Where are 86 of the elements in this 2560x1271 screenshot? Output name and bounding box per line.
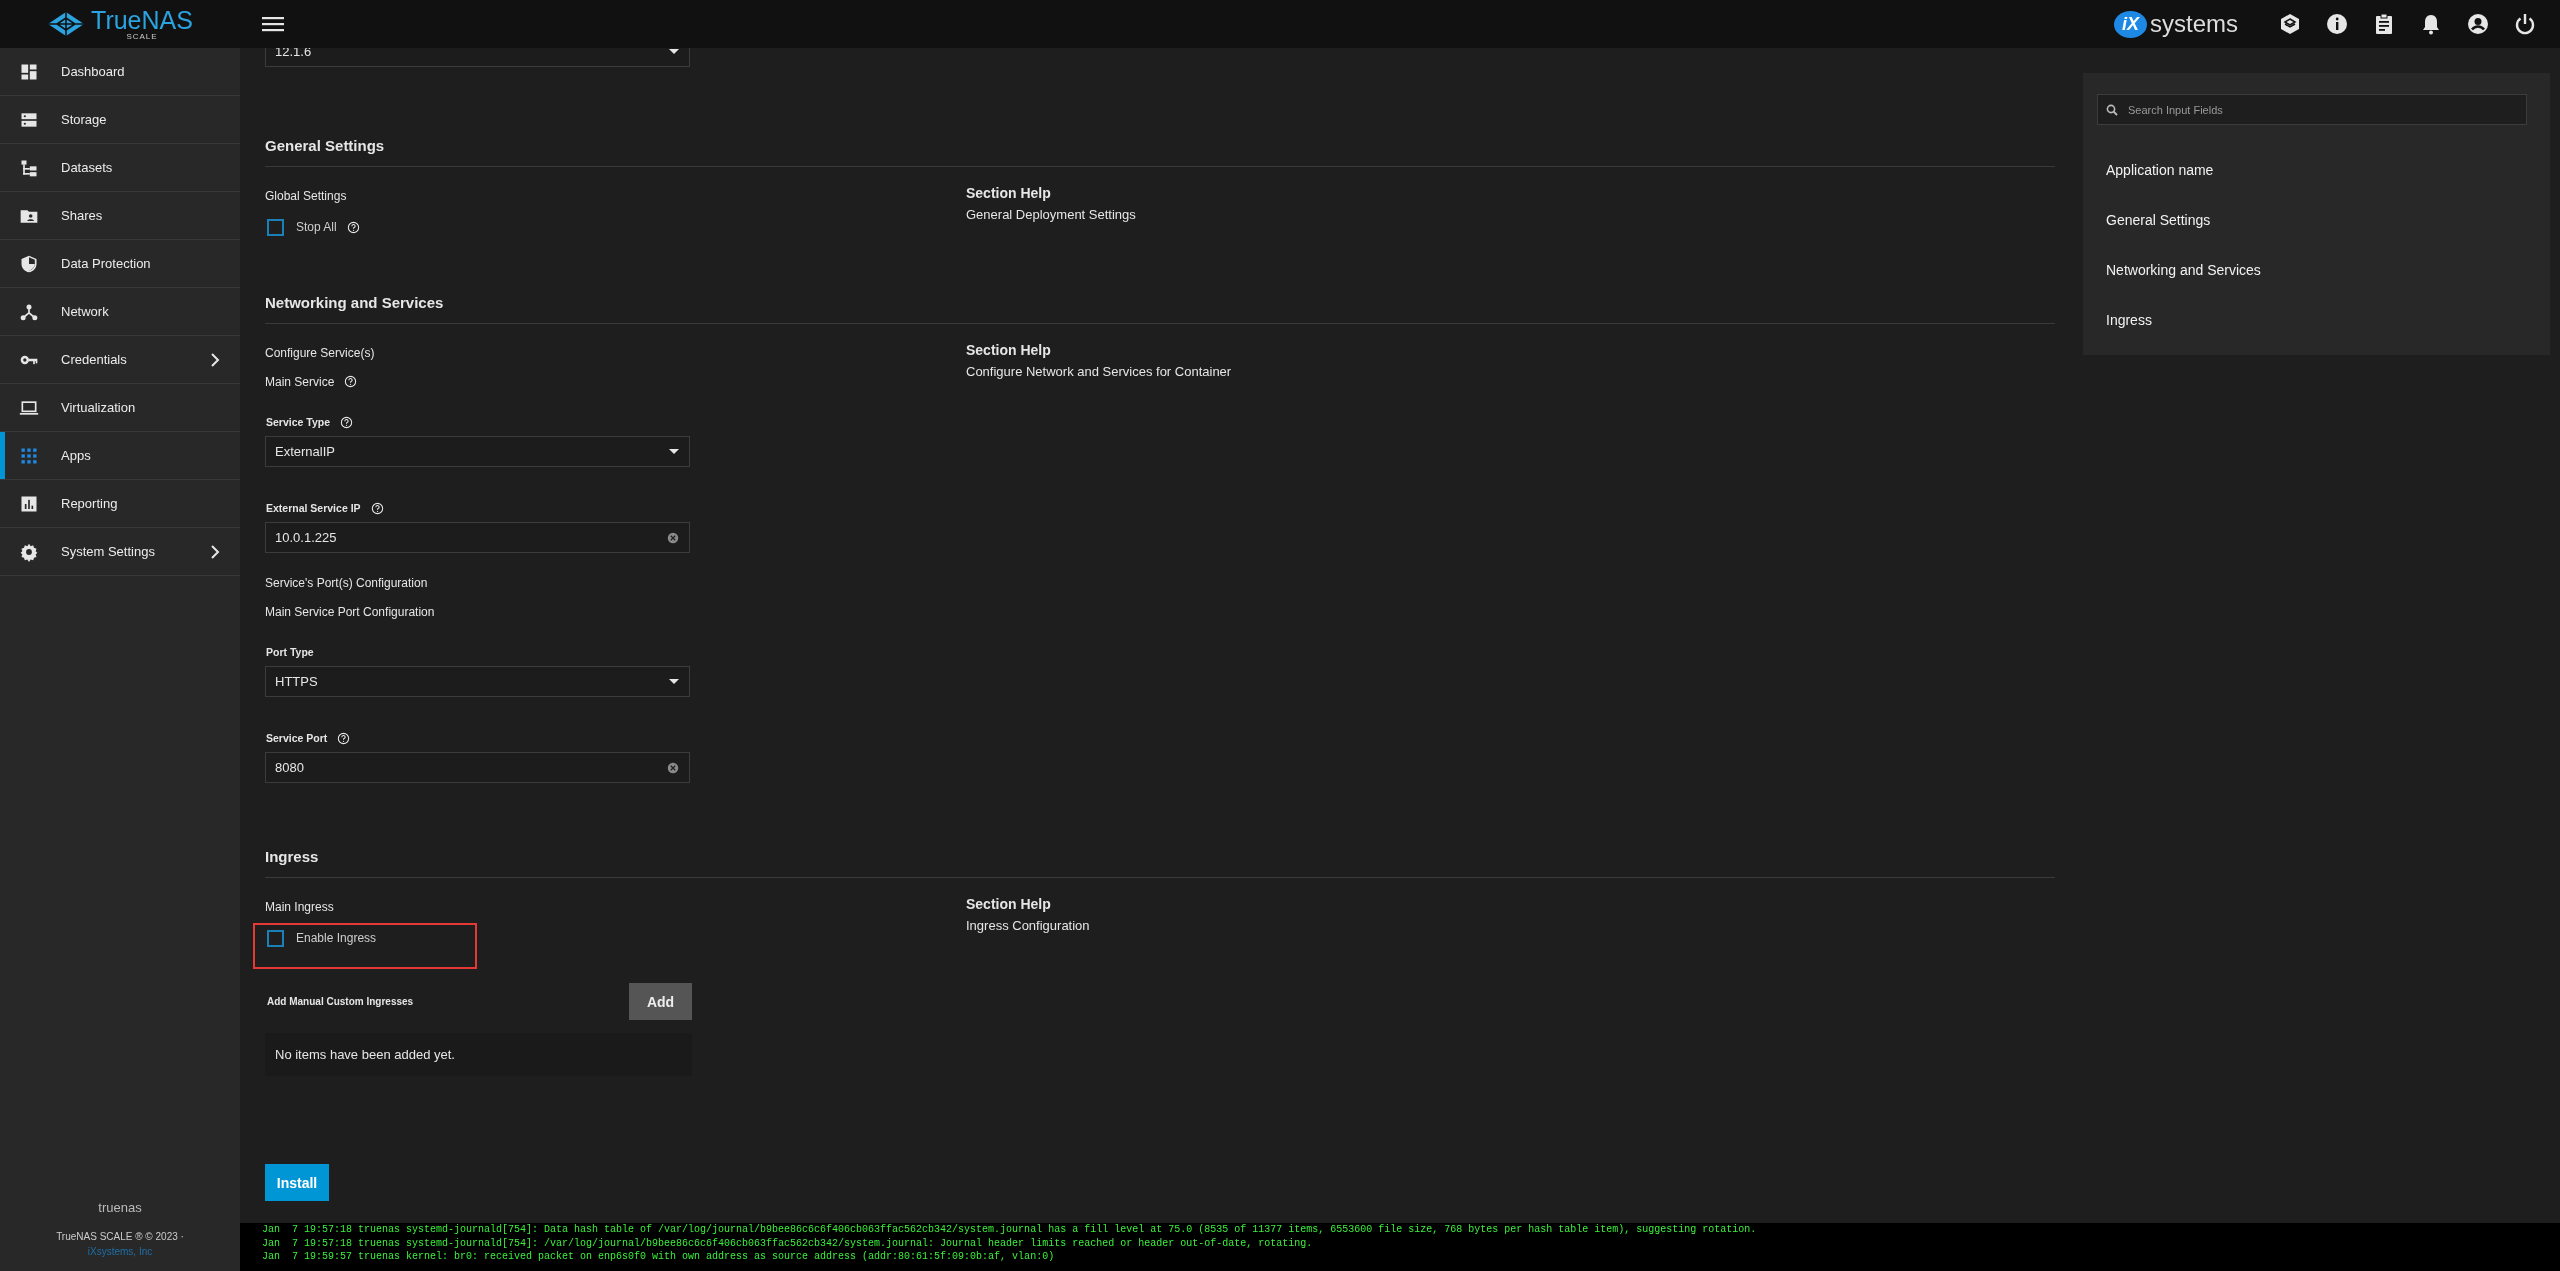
logo-edition: SCALE xyxy=(126,32,158,41)
shield-icon xyxy=(19,253,39,274)
sidebar-label: Datasets xyxy=(61,160,113,175)
checkbox-label[interactable]: Enable Ingress xyxy=(296,931,377,945)
sidebar-item[interactable]: Virtualization xyxy=(0,384,240,432)
panel-link[interactable]: Ingress xyxy=(2106,308,2527,333)
panel-link[interactable]: Application name xyxy=(2106,158,2527,183)
input-field[interactable]: 10.0.1.225 xyxy=(265,522,690,553)
search-icon xyxy=(2106,104,2118,116)
sidebar-item[interactable]: Credentials xyxy=(0,336,240,384)
checkbox[interactable] xyxy=(267,218,284,236)
group-label: Main Service xyxy=(265,374,335,389)
console-line: Jan 7 19:57:18 truenas systemd-journald[754]: /var/log/journal/b9bee86c6c6f406cb063ffac562cb342/system.journal: Journal header limits reached or header out-of-date, rotating. xyxy=(262,1236,1314,1250)
clear-icon[interactable] xyxy=(667,761,679,774)
section-title: Ingress xyxy=(265,848,2055,878)
menu-icon[interactable] xyxy=(262,15,284,33)
sidebar-item[interactable]: Datasets xyxy=(0,144,240,192)
section-help-text: General Deployment Settings xyxy=(966,207,1136,222)
sidebar-item[interactable]: Network xyxy=(0,288,240,336)
sidebar-label: Data Protection xyxy=(61,256,151,271)
field-label: Port Type xyxy=(266,646,314,658)
sidebar-item[interactable]: Shares xyxy=(0,192,240,240)
section-title: Networking and Services xyxy=(265,294,2055,324)
select-field[interactable]: ExternalIP xyxy=(265,436,690,467)
section-help-title: Section Help xyxy=(966,896,1052,912)
sidebar-label: Credentials xyxy=(61,352,127,367)
brand-mark: iX xyxy=(2113,10,2147,38)
group-label: Main Service Port Configuration xyxy=(265,604,435,619)
sidebar-label: Dashboard xyxy=(61,64,125,79)
sidebar-item[interactable]: System Settings xyxy=(0,528,240,576)
cube-icon[interactable] xyxy=(2278,12,2302,36)
sidebar-label: Network xyxy=(61,304,109,319)
sidebar-item[interactable]: Dashboard xyxy=(0,48,240,96)
clear-icon[interactable] xyxy=(667,531,679,544)
console-line: Jan 7 19:57:18 truenas systemd-journald[754]: Data hash table of /var/log/journal/b9bee86c6c6f406cb063ffac562cb342/system.journal has a fill level at 75.0 (8535 of 11377 items, 6553600 file size, 768 bytes per hash table item), suggesting rotation. xyxy=(262,1223,1758,1237)
chevron-icon xyxy=(208,544,222,559)
help-icon[interactable] xyxy=(340,415,353,429)
sidebar-label: Reporting xyxy=(61,496,118,511)
help-icon[interactable] xyxy=(337,731,351,745)
select-field[interactable]: HTTPS xyxy=(265,666,690,697)
section-title: General Settings xyxy=(265,137,2055,167)
panel-link[interactable]: Networking and Services xyxy=(2106,258,2527,283)
section-help-text: Configure Network and Services for Container xyxy=(966,364,1232,379)
field-label: Service Type xyxy=(266,416,330,428)
help-icon[interactable] xyxy=(344,375,358,388)
brand-name: systems xyxy=(2150,10,2238,38)
panel-link[interactable]: General Settings xyxy=(2106,208,2527,233)
sidebar-item[interactable]: Data Protection xyxy=(0,240,240,288)
group-label: Configure Service(s) xyxy=(265,345,375,360)
gear-icon xyxy=(19,541,39,562)
copyright: TrueNAS SCALE ® © 2023 · xyxy=(56,1231,184,1242)
chevron-icon xyxy=(208,352,222,367)
console-line: Jan 7 19:59:57 truenas kernel: br0: received packet on enp6s0f0 with own address as source address (addr:80:61:5f:09:0b:af, vlan:0) xyxy=(262,1250,1056,1264)
field-label: External Service IP xyxy=(266,502,361,514)
logo-name: TrueNAS xyxy=(91,7,193,33)
caret-icon xyxy=(669,679,679,684)
sidebar-label: System Settings xyxy=(61,544,155,559)
sidebar-item[interactable]: Reporting xyxy=(0,480,240,528)
sidebar-label: Virtualization xyxy=(61,400,136,415)
section-help-title: Section Help xyxy=(966,342,1052,358)
input-field[interactable]: 8080 xyxy=(265,752,690,783)
caret-icon xyxy=(669,449,679,454)
sidebar-item[interactable]: Storage xyxy=(0,96,240,144)
sidebar-label: Shares xyxy=(61,208,103,223)
list-title: Add Manual Custom Ingresses xyxy=(266,996,414,1007)
power-icon[interactable] xyxy=(2513,12,2537,36)
group-label: Service's Port(s) Configuration xyxy=(265,575,428,590)
checkbox-label[interactable]: Stop All xyxy=(296,220,337,234)
group-label: Global Settings xyxy=(265,188,347,203)
help-icon[interactable] xyxy=(370,501,384,515)
info-icon[interactable] xyxy=(2325,12,2349,36)
add-button[interactable]: Add xyxy=(629,983,692,1020)
help-icon[interactable] xyxy=(346,220,360,234)
checkbox[interactable] xyxy=(267,929,284,947)
logo-icon xyxy=(47,11,86,37)
hostname: truenas xyxy=(98,1200,142,1215)
section-help-title: Section Help xyxy=(966,185,1052,201)
field-label: Service Port xyxy=(266,732,328,744)
empty-message: No items have been added yet. xyxy=(265,1033,692,1076)
section-help-text: Ingress Configuration xyxy=(966,918,1090,933)
account-icon[interactable] xyxy=(2466,12,2490,36)
search-field[interactable]: Search Input Fields xyxy=(2097,94,2527,125)
group-label: Main Ingress xyxy=(265,899,334,914)
sidebar-label: Apps xyxy=(61,448,91,463)
sidebar-label: Storage xyxy=(61,112,107,127)
sidebar-item[interactable]: Apps xyxy=(0,432,240,480)
